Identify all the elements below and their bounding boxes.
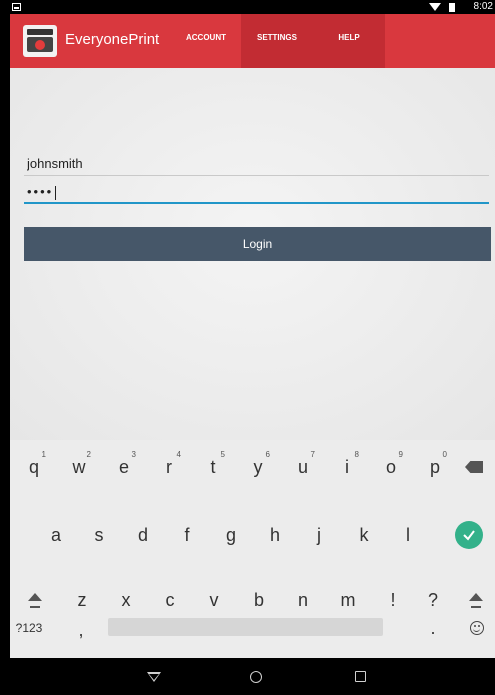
key-s[interactable]: s <box>81 515 117 555</box>
key-label: r <box>166 456 172 477</box>
wifi-icon <box>429 3 441 11</box>
key-g[interactable]: g <box>213 515 249 555</box>
app-title: EveryonePrint <box>65 31 160 48</box>
key-hint: 8 <box>354 450 359 459</box>
printer-icon <box>23 25 57 57</box>
tab-settings[interactable]: SETTINGS <box>241 14 313 68</box>
key-i[interactable]: i8 <box>329 447 365 487</box>
key-label: e <box>118 456 129 477</box>
shift-icon <box>469 592 483 601</box>
key-exclamation[interactable]: ! <box>375 580 411 620</box>
recents-icon[interactable] <box>355 671 366 682</box>
key-n[interactable]: n <box>285 580 321 620</box>
key-label: u <box>297 456 308 477</box>
key-hint: 5 <box>220 450 225 459</box>
key-hint: 3 <box>131 450 136 459</box>
key-f[interactable]: f <box>169 515 205 555</box>
key-hint: 7 <box>310 450 315 459</box>
key-symbols[interactable]: ?123 <box>8 608 50 648</box>
key-m[interactable]: m <box>330 580 366 620</box>
key-j[interactable]: j <box>301 515 337 555</box>
password-field[interactable]: •••• <box>24 180 489 204</box>
username-input[interactable] <box>24 152 489 175</box>
key-label: o <box>385 456 396 477</box>
status-bar: 8:02 <box>10 0 495 14</box>
key-label: y <box>253 456 263 477</box>
key-label: i <box>345 456 349 477</box>
key-hint: 0 <box>442 450 447 459</box>
password-input[interactable]: •••• <box>27 184 57 200</box>
key-a[interactable]: a <box>38 515 74 555</box>
key-d[interactable]: d <box>125 515 161 555</box>
key-hint: 1 <box>41 450 46 459</box>
text-cursor <box>55 185 57 200</box>
key-r[interactable]: r4 <box>151 447 187 487</box>
key-c[interactable]: c <box>152 580 188 620</box>
key-o[interactable]: o9 <box>373 447 409 487</box>
battery-icon <box>449 3 455 12</box>
key-hint: 2 <box>86 450 91 459</box>
key-p[interactable]: p0 <box>417 447 453 487</box>
key-hint: 4 <box>176 450 181 459</box>
username-field[interactable] <box>24 152 489 176</box>
key-hint: 9 <box>398 450 403 459</box>
key-l[interactable]: l <box>390 515 426 555</box>
key-backspace[interactable] <box>456 447 492 487</box>
key-period[interactable]: . <box>415 608 451 648</box>
enter-key[interactable] <box>455 521 483 549</box>
back-icon[interactable] <box>147 672 161 682</box>
key-hint: 6 <box>265 450 270 459</box>
key-x[interactable]: x <box>108 580 144 620</box>
key-label: t <box>210 456 216 477</box>
home-icon[interactable] <box>250 671 262 683</box>
key-q[interactable]: q1 <box>16 447 52 487</box>
clock: 8:02 <box>473 1 493 12</box>
backspace-icon <box>465 461 483 473</box>
login-form: •••• Login <box>10 68 495 440</box>
key-w[interactable]: w2 <box>61 447 97 487</box>
key-label: q <box>28 456 39 477</box>
tab-account[interactable]: ACCOUNT <box>172 14 240 68</box>
navigation-bar <box>10 658 495 695</box>
key-k[interactable]: k <box>346 515 382 555</box>
action-bar: EveryonePrint ACCOUNT SETTINGS HELP <box>10 14 495 68</box>
key-label: w <box>72 456 86 477</box>
key-t[interactable]: t5 <box>195 447 231 487</box>
key-u[interactable]: u7 <box>285 447 321 487</box>
smiley-icon <box>470 621 484 635</box>
key-v[interactable]: v <box>196 580 232 620</box>
key-b[interactable]: b <box>241 580 277 620</box>
soft-keyboard: q1 w2 e3 r4 t5 y6 u7 i8 o9 p0 a s d f g … <box>10 440 495 658</box>
key-comma[interactable]: , <box>63 610 99 650</box>
spacebar[interactable] <box>108 618 383 636</box>
tab-help[interactable]: HELP <box>313 14 385 68</box>
login-button[interactable]: Login <box>24 227 491 261</box>
key-e[interactable]: e3 <box>106 447 142 487</box>
checkmark-icon <box>463 530 475 541</box>
key-h[interactable]: h <box>257 515 293 555</box>
notification-icon <box>12 3 21 11</box>
key-label: p <box>429 456 440 477</box>
key-y[interactable]: y6 <box>240 447 276 487</box>
password-value: •••• <box>27 184 54 199</box>
shift-icon <box>28 592 42 601</box>
key-emoji[interactable] <box>459 608 495 648</box>
